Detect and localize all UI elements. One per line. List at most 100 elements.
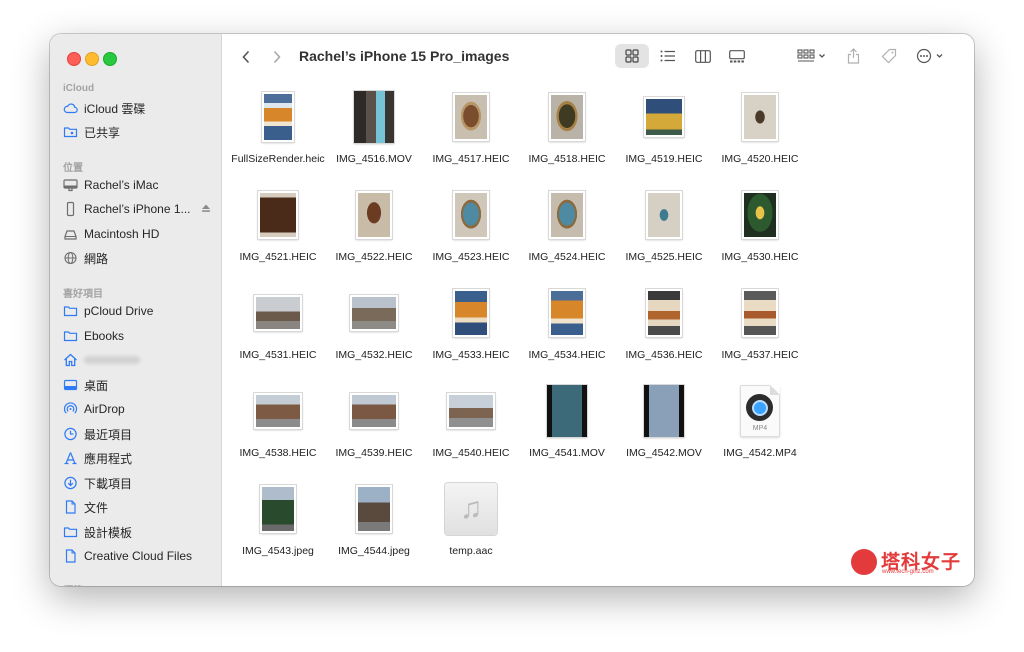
file-name: IMG_4542.MP4 [723, 447, 797, 459]
sidebar-item-network[interactable]: 網路 [63, 247, 215, 269]
file-item[interactable]: IMG_4525.HEIC [614, 178, 714, 276]
tag-button[interactable] [877, 44, 901, 68]
file-item[interactable]: IMG_4542.MOV [614, 374, 714, 472]
file-name: IMG_4538.HEIC [239, 447, 317, 459]
chevron-right-icon [273, 50, 281, 64]
sidebar-item-pcloud-drive[interactable]: pCloud Drive [63, 300, 215, 322]
sidebar-item-iphone[interactable]: Rachel’s iPhone 1... [63, 198, 215, 220]
file-item[interactable]: IMG_4520.HEIC [710, 80, 810, 178]
music-note-icon: ♫ [445, 483, 497, 535]
sidebar-item-label: iCloud 雲碟 [84, 101, 146, 116]
file-item[interactable]: IMG_4531.HEIC [228, 276, 328, 374]
window-title: Rachel’s iPhone 15 Pro_images [299, 48, 510, 64]
minimize-window-button[interactable] [85, 52, 99, 66]
file-thumbnail [354, 91, 394, 143]
sidebar-item-recents[interactable]: 最近項目 [63, 423, 215, 445]
column-view-button[interactable] [691, 44, 715, 68]
list-view-button[interactable] [656, 44, 680, 68]
file-thumbnail [549, 93, 585, 141]
document-icon [63, 549, 78, 563]
document-icon [63, 500, 78, 514]
sidebar-item-label: 下載項目 [84, 476, 133, 491]
sidebar-item-label: Macintosh HD [84, 227, 160, 241]
share-icon [847, 48, 859, 64]
file-item[interactable]: IMG_4519.HEIC [614, 80, 714, 178]
file-item[interactable]: IMG_4534.HEIC [517, 276, 617, 374]
sidebar-item-label: 最近項目 [84, 427, 133, 442]
sidebar-item-label: 桌面 [84, 378, 109, 393]
tag-icon [881, 48, 897, 64]
applications-icon [63, 451, 78, 465]
file-item[interactable]: IMG_4522.HEIC [324, 178, 424, 276]
sidebar-item-applications[interactable]: 應用程式 [63, 447, 215, 469]
sidebar-item-imac[interactable]: Rachel’s iMac [63, 174, 215, 196]
file-thumbnail [644, 97, 684, 137]
file-name: IMG_4536.HEIC [625, 349, 703, 361]
file-name: IMG_4533.HEIC [432, 349, 510, 361]
file-item[interactable]: IMG_4523.HEIC [421, 178, 521, 276]
file-item[interactable]: IMG_4541.MOV [517, 374, 617, 472]
sidebar-item-label: 設計模板 [84, 525, 133, 540]
zoom-window-button[interactable] [103, 52, 117, 66]
sidebar-item-documents[interactable]: 文件 [63, 496, 215, 518]
file-name: IMG_4537.HEIC [721, 349, 799, 361]
close-window-button[interactable] [67, 52, 81, 66]
file-thumbnail [646, 289, 682, 337]
file-thumbnail [547, 385, 587, 437]
home-icon [63, 353, 78, 367]
file-item[interactable]: IMG_4539.HEIC [324, 374, 424, 472]
group-by-button[interactable] [794, 44, 830, 68]
sidebar-item-shared[interactable]: 已共享 [63, 121, 215, 143]
sidebar-item-label: 文件 [84, 500, 109, 515]
file-item[interactable]: MP4 IMG_4542.MP4 [710, 374, 810, 472]
file-item[interactable]: IMG_4544.jpeg [324, 472, 424, 570]
file-item[interactable]: IMG_4537.HEIC [710, 276, 810, 374]
sidebar-item-downloads[interactable]: 下載項目 [63, 472, 215, 494]
more-actions-button[interactable] [914, 44, 950, 68]
file-item[interactable]: IMG_4540.HEIC [421, 374, 521, 472]
file-name: IMG_4543.jpeg [242, 545, 314, 557]
file-name: IMG_4523.HEIC [432, 251, 510, 263]
sidebar-item-creative-cloud-files[interactable]: Creative Cloud Files [63, 545, 215, 567]
sidebar-item-label: Rachel’s iPhone 1... [84, 202, 191, 216]
back-button[interactable] [236, 47, 256, 67]
file-item[interactable]: IMG_4530.HEIC [710, 178, 810, 276]
file-item[interactable]: IMG_4536.HEIC [614, 276, 714, 374]
file-item[interactable]: IMG_4533.HEIC [421, 276, 521, 374]
icon-view-button[interactable] [615, 44, 649, 68]
file-grid: FullSizeRender.heic IMG_4516.MOV IMG_451… [222, 80, 974, 586]
file-item[interactable]: IMG_4532.HEIC [324, 276, 424, 374]
file-item[interactable]: IMG_4521.HEIC [228, 178, 328, 276]
sidebar-item-label-redacted [84, 356, 140, 364]
file-item[interactable]: FullSizeRender.heic [228, 80, 328, 178]
sidebar-item-macintosh-hd[interactable]: Macintosh HD [63, 223, 215, 245]
file-item[interactable]: IMG_4517.HEIC [421, 80, 521, 178]
sidebar-section-favorites: 喜好項目 [63, 289, 103, 300]
sidebar-section-icloud: iCloud [63, 83, 95, 94]
sidebar-item-desktop[interactable]: 桌面 [63, 374, 215, 396]
file-item[interactable]: IMG_4538.HEIC [228, 374, 328, 472]
sidebar-item-ebooks[interactable]: Ebooks [63, 325, 215, 347]
share-button[interactable] [842, 44, 864, 68]
file-thumbnail [453, 289, 489, 337]
hard-drive-icon [63, 227, 78, 241]
sidebar-item-design-templates[interactable]: 設計模板 [63, 521, 215, 543]
file-item[interactable]: IMG_4516.MOV [324, 80, 424, 178]
download-icon [63, 476, 78, 490]
file-item[interactable]: IMG_4518.HEIC [517, 80, 617, 178]
eject-icon[interactable] [201, 203, 211, 213]
file-name: temp.aac [449, 545, 493, 557]
file-thumbnail [258, 191, 298, 239]
file-name: IMG_4542.MOV [626, 447, 702, 459]
sidebar-item-airdrop[interactable]: AirDrop [63, 398, 215, 420]
folder-icon [63, 329, 78, 343]
file-item[interactable]: IMG_4524.HEIC [517, 178, 617, 276]
forward-button[interactable] [267, 47, 287, 67]
sidebar-item-home[interactable] [63, 349, 215, 371]
file-thumbnail [350, 295, 398, 331]
file-item[interactable]: IMG_4543.jpeg [228, 472, 328, 570]
gallery-view-button[interactable] [725, 44, 749, 68]
file-item[interactable]: ♫ temp.aac [421, 472, 521, 570]
sidebar-item-icloud-drive[interactable]: iCloud 雲碟 [63, 97, 215, 119]
toolbar: Rachel’s iPhone 15 Pro_images [222, 34, 974, 80]
